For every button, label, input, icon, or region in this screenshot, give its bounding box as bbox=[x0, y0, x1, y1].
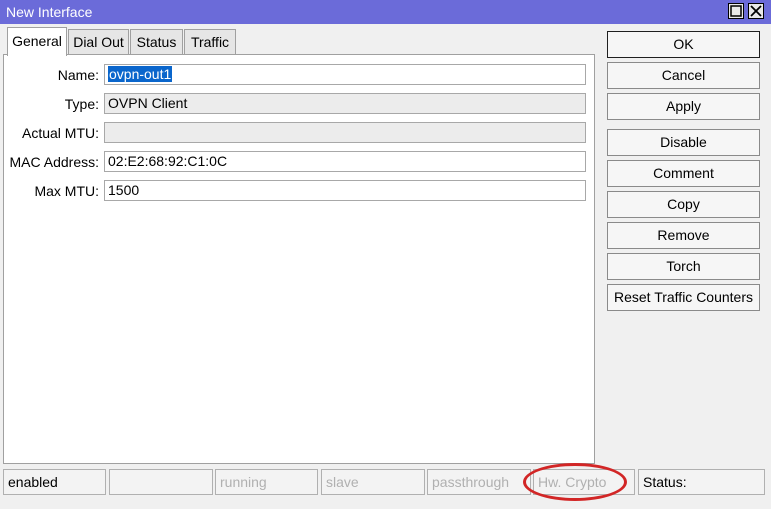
ok-button[interactable]: OK bbox=[607, 31, 760, 58]
type-label: Type: bbox=[64, 96, 99, 112]
tab-dial-out[interactable]: Dial Out bbox=[68, 29, 129, 55]
status-running: running bbox=[215, 469, 318, 495]
tab-traffic[interactable]: Traffic bbox=[184, 29, 236, 55]
type-field: OVPN Client bbox=[104, 93, 586, 114]
tab-status[interactable]: Status bbox=[130, 29, 183, 55]
window-title: New Interface bbox=[6, 4, 93, 20]
title-bar: New Interface bbox=[0, 0, 771, 24]
status-hw-crypto: Hw. Crypto bbox=[533, 469, 635, 495]
disable-button[interactable]: Disable bbox=[607, 129, 760, 156]
tab-general[interactable]: General bbox=[7, 27, 67, 56]
status-label: Status: bbox=[638, 469, 765, 495]
torch-button[interactable]: Torch bbox=[607, 253, 760, 280]
copy-button[interactable]: Copy bbox=[607, 191, 760, 218]
status-enabled: enabled bbox=[3, 469, 106, 495]
actual-mtu-label: Actual MTU: bbox=[21, 125, 99, 141]
mac-address-label: MAC Address: bbox=[9, 154, 99, 170]
apply-button[interactable]: Apply bbox=[607, 93, 760, 120]
status-bar: enabled running slave passthrough Hw. Cr… bbox=[0, 469, 771, 497]
status-passthrough: passthrough bbox=[427, 469, 531, 495]
reset-traffic-counters-button[interactable]: Reset Traffic Counters bbox=[607, 284, 760, 311]
name-label: Name: bbox=[57, 67, 99, 83]
name-value: ovpn-out1 bbox=[108, 66, 173, 82]
maximize-icon bbox=[730, 5, 742, 17]
actual-mtu-field bbox=[104, 122, 586, 143]
close-button[interactable] bbox=[748, 3, 764, 19]
maximize-button[interactable] bbox=[728, 3, 744, 19]
cancel-button[interactable]: Cancel bbox=[607, 62, 760, 89]
remove-button[interactable]: Remove bbox=[607, 222, 760, 249]
max-mtu-label: Max MTU: bbox=[34, 183, 99, 199]
name-field[interactable]: ovpn-out1 bbox=[104, 64, 586, 85]
close-icon bbox=[750, 5, 762, 17]
status-slave: slave bbox=[321, 469, 425, 495]
status-blank bbox=[109, 469, 213, 495]
comment-button[interactable]: Comment bbox=[607, 160, 760, 187]
max-mtu-field[interactable]: 1500 bbox=[104, 180, 586, 201]
mac-address-field[interactable]: 02:E2:68:92:C1:0C bbox=[104, 151, 586, 172]
general-panel: Name: ovpn-out1 Type: OVPN Client Actual… bbox=[3, 54, 595, 464]
